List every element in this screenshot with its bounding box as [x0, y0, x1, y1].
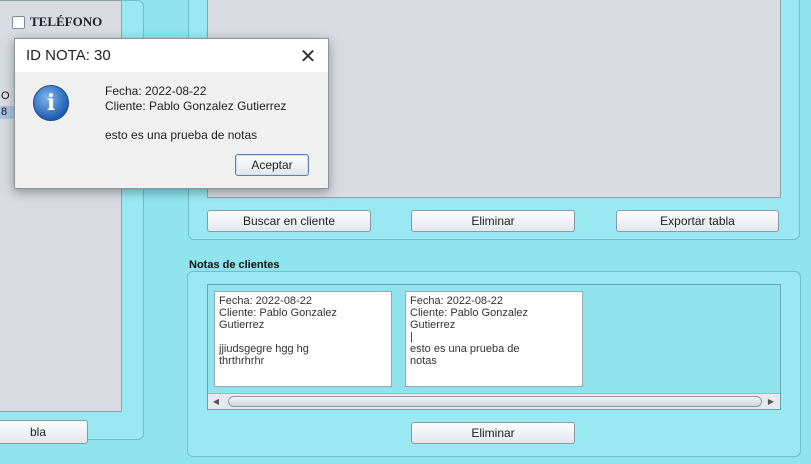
dialog-message: esto es una prueba de notas: [105, 128, 258, 142]
info-icon: i: [33, 85, 69, 121]
phone-filter[interactable]: TELÉFONO: [12, 12, 102, 32]
note-dialog: ID NOTA: 30 ✕ i Fecha: 2022-08-22 Client…: [14, 38, 329, 189]
horizontal-scrollbar[interactable]: ◀ ▶: [208, 393, 780, 409]
phone-checkbox[interactable]: [12, 15, 25, 29]
dialog-date: Fecha: 2022-08-22: [105, 84, 207, 98]
scroll-left-icon[interactable]: ◀: [209, 395, 223, 408]
dialog-client: Cliente: Pablo Gonzalez Gutierrez: [105, 99, 287, 113]
scrollbar-thumb[interactable]: [228, 396, 762, 407]
delete-note-button[interactable]: Eliminar: [411, 422, 575, 444]
dialog-title: ID NOTA: 30: [26, 47, 111, 64]
dialog-titlebar: ID NOTA: 30 ✕: [15, 39, 328, 72]
delete-client-button[interactable]: Eliminar: [411, 210, 575, 232]
export-table-button-left[interactable]: bla: [0, 420, 88, 444]
search-client-button[interactable]: Buscar en cliente: [207, 210, 371, 232]
note-card[interactable]: Fecha: 2022-08-22 Cliente: Pablo Gonzale…: [405, 291, 583, 387]
export-table-button[interactable]: Exportar tabla: [616, 210, 779, 232]
close-icon[interactable]: ✕: [297, 45, 319, 68]
scroll-right-icon[interactable]: ▶: [764, 395, 778, 408]
phone-checkbox-label: TELÉFONO: [30, 14, 103, 29]
notes-section-title: Notas de clientes: [189, 259, 280, 271]
note-card[interactable]: Fecha: 2022-08-22 Cliente: Pablo Gonzale…: [214, 291, 392, 387]
accept-button[interactable]: Aceptar: [235, 154, 309, 176]
